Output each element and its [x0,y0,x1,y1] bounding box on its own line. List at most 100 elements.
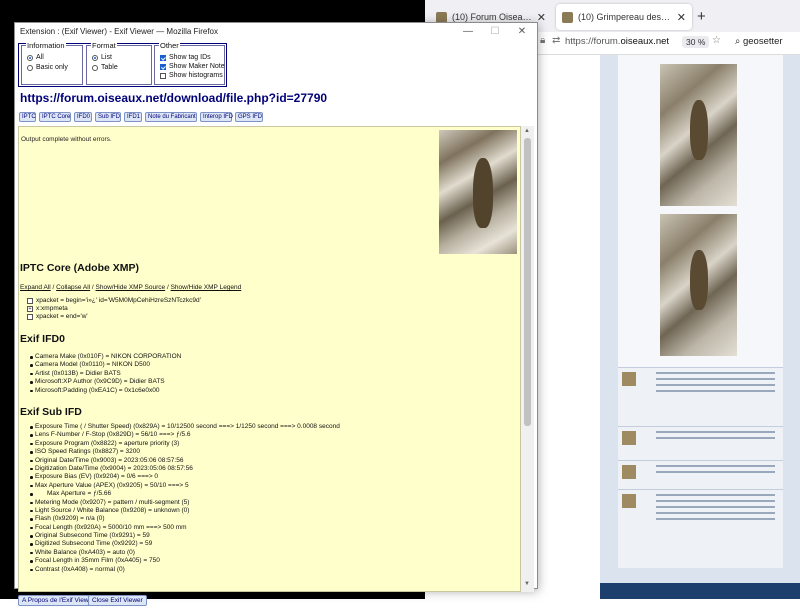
list-item: White Balance (0xA403) = auto (0) [30,549,340,557]
tab-title: (10) Forum Oiseaux.net - Répo [452,12,532,22]
xmp-node-label: xpacket = begin='i»¿' id='W5M0MpCehiHzre… [36,297,201,304]
radio-basic-only[interactable]: Basic only [27,64,68,71]
forum-reply [618,426,783,460]
close-icon[interactable]: ✕ [509,24,535,40]
minimize-icon[interactable]: — [455,24,481,40]
show-hide-xmp-source-link[interactable]: Show/Hide XMP Source [96,284,166,291]
vertical-scrollbar[interactable]: ▲ ▼ [521,126,534,592]
close-tab-icon[interactable]: ✕ [677,11,686,24]
list-item: Microsoft:Padding (0xEA1C) = 0x1c6e0x00 [29,387,181,395]
file-url-heading: https://forum.oiseaux.net/download/file.… [20,91,328,105]
exif-viewer-window: Extension : (Exif Viewer) - Exif Viewer … [14,22,538,606]
collapse-all-link[interactable]: Collapse All [56,284,90,291]
sub-ifd-list: Exposure Time ( / Shutter Speed) (0x829A… [30,423,340,574]
tab-iptc[interactable]: IPTC [19,112,36,122]
xmp-node[interactable]: xpacket = begin='i»¿' id='W5M0MpCehiHzre… [27,297,201,304]
new-tab-plus-icon[interactable]: + [697,8,706,25]
browser-tab-grimpereau[interactable]: (10) Grimpereau des bois - Foru ✕ [556,4,692,30]
option-label: Show tag IDs [169,54,211,61]
address-field[interactable]: https://forum.oiseaux.net [565,36,669,47]
site-favicon-icon [562,11,573,23]
radio-table[interactable]: Table [92,64,118,71]
maximize-icon[interactable]: ☐ [482,24,508,40]
information-group: Information All Basic only [21,41,83,85]
forum-footer [600,583,800,599]
ifd0-list: Camera Make (0x010F) = NIKON CORPORATION… [29,353,182,395]
bookmark-star-icon[interactable]: ☆ [712,35,721,46]
tab-ifd1[interactable]: IFD1 [124,112,142,122]
list-item: Artist (0x013B) = Didier BATS [29,370,181,378]
list-item: Flash (0x9209) = n/a (0) [30,515,340,523]
ifd0-heading: Exif IFD0 [20,333,65,345]
scroll-up-icon[interactable]: ▲ [524,128,530,134]
checkbox-checked-icon [160,63,166,70]
search-icon: ⌕ [735,36,743,47]
forum-reply [618,489,783,568]
list-item: Focal Length (0x920A) = 5000/10 mm ===> … [30,524,340,532]
node-box-icon [27,313,33,320]
option-label: All [36,54,44,61]
list-item: Original Subsecond Time (0x9291) = 59 [30,532,340,540]
zoom-level-badge[interactable]: 30 % [682,36,710,48]
status-text: Output complete without errors. [21,136,112,143]
radio-selected-icon [92,54,98,61]
search-field[interactable]: ⌕ geosetter [735,36,783,47]
tab-interop-ifd[interactable]: Interop IFD [200,112,233,122]
title-bar[interactable]: Extension : (Exif Viewer) - Exif Viewer … [15,23,537,41]
about-exif-viewer-button[interactable]: A Propos de l'Exif Viewer [18,595,99,606]
bottom-button-bar: A Propos de l'Exif Viewer Close Exif Vie… [15,594,537,608]
option-label: Basic only [36,64,68,71]
avatar [622,372,636,386]
radio-icon [27,64,33,71]
list-item: Digitization Date/Time (0x9004) = 2023:0… [30,465,340,473]
permissions-icon[interactable]: ⇄ [552,35,560,46]
node-box-icon [27,297,33,304]
list-item: Camera Model (0x0110) = NIKON D500 [29,361,181,369]
list-item: Microsoft:XP Author (0x9C9D) = Didier BA… [29,378,181,386]
option-label: Show Maker Note [169,63,225,70]
list-item: Camera Make (0x010F) = NIKON CORPORATION [29,353,182,360]
checkbox-show-maker-note[interactable]: Show Maker Note [160,63,225,70]
radio-all[interactable]: All [27,54,44,61]
close-exif-viewer-button[interactable]: Close Exif Viewer [88,595,147,606]
checkbox-show-histograms[interactable]: Show histograms [160,72,223,79]
expand-all-link[interactable]: Expand All [20,284,51,291]
list-item: Max Aperture Value (APEX) (0x9205) = 50/… [30,482,340,490]
list-item: Digitized Subsecond Time (0x9292) = 59 [30,540,340,548]
xmp-node[interactable]: xpacket = end='w' [27,313,88,320]
show-hide-xmp-legend-link[interactable]: Show/Hide XMP Legend [171,284,242,291]
xmp-node-expandable[interactable]: + x:xmpmeta [27,305,68,312]
bird-in-photo [473,158,493,228]
avatar [622,494,636,508]
scrollbar-thumb[interactable] [524,138,531,426]
iptc-core-heading: IPTC Core (Adobe XMP) [20,262,140,274]
option-label: Table [101,64,118,71]
list-item: Exposure Bias (EV) (0x9204) = 0/6 ===> 0 [30,473,340,481]
information-legend: Information [26,41,66,50]
lock-icon[interactable]: 🔒︎ [540,35,545,46]
list-item: Exposure Time ( / Shutter Speed) (0x829A… [30,423,340,430]
option-label: Show histograms [169,72,223,79]
list-item: Light Source / White Balance (0x9208) = … [30,507,340,515]
checkbox-show-tag-ids[interactable]: Show tag IDs [160,54,211,61]
other-group: Other Show tag IDs Show Maker Note Show … [154,41,225,85]
close-tab-icon[interactable]: ✕ [537,11,546,24]
radio-icon [92,64,98,71]
tab-maker-note[interactable]: Note du Fabricant [145,112,197,122]
radio-list[interactable]: List [92,54,112,61]
bird-in-photo [690,100,708,160]
site-favicon-icon [436,11,447,23]
forum-reply [618,367,783,426]
scroll-down-icon[interactable]: ▼ [524,581,530,587]
window-title: Extension : (Exif Viewer) - Exif Viewer … [20,27,218,36]
avatar [622,431,636,445]
tab-iptc-core[interactable]: IPTC Core [39,112,71,122]
checkbox-icon [160,72,166,79]
forum-reply [618,460,783,489]
tab-ifd0[interactable]: IFD0 [74,112,92,122]
sub-ifd-heading: Exif Sub IFD [20,406,82,418]
exif-output-panel: Output complete without errors. IPTC Cor… [18,126,521,592]
tab-sub-ifd[interactable]: Sub IFD [95,112,121,122]
list-item: Original Date/Time (0x9003) = 2023:05:06… [30,457,340,465]
tab-gps-ifd[interactable]: GPS IFD [235,112,263,122]
